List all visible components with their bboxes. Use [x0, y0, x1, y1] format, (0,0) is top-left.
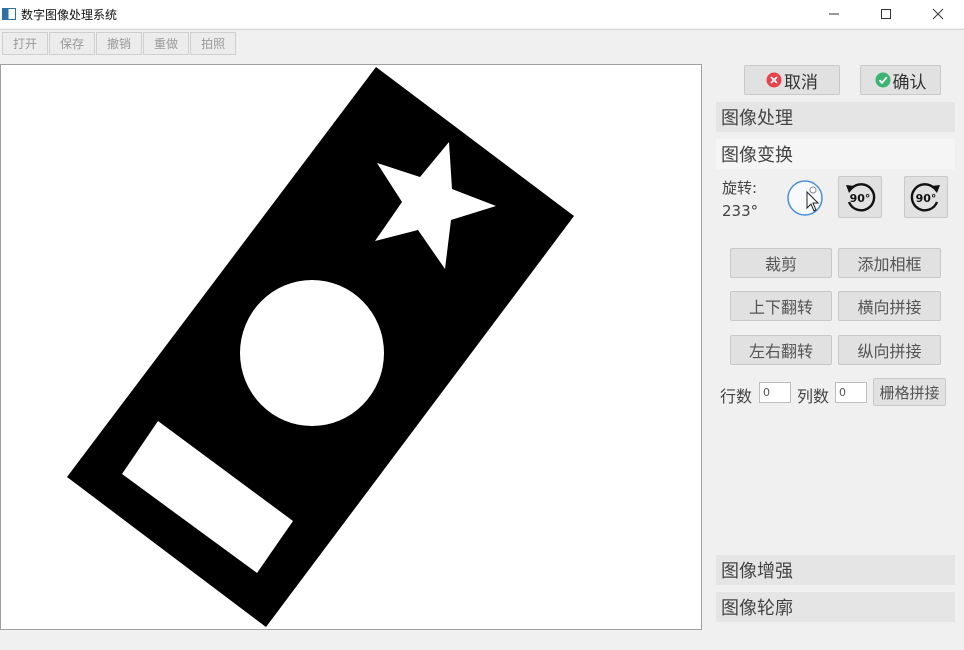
- confirm-button[interactable]: 确认: [860, 65, 941, 95]
- section-label: 图像处理: [721, 108, 793, 129]
- section-image-enhance[interactable]: 图像增强: [716, 555, 955, 585]
- rotate-ccw-label: 90°: [850, 192, 871, 205]
- photo-button[interactable]: 拍照: [190, 32, 237, 55]
- horizontal-stitch-button[interactable]: 横向拼接: [838, 291, 941, 321]
- maximize-button[interactable]: [860, 0, 912, 28]
- confirm-label: 确认: [892, 72, 927, 93]
- cancel-button[interactable]: 取消: [744, 65, 840, 95]
- save-button[interactable]: 保存: [49, 32, 96, 55]
- rotation-dial-icon: [787, 180, 823, 216]
- rotate-cw-label: 90°: [916, 192, 937, 205]
- rotate-label: 旋转:: [722, 179, 758, 197]
- add-frame-button[interactable]: 添加相框: [838, 248, 941, 278]
- app-icon: [2, 8, 16, 20]
- flip-vertical-button[interactable]: 上下翻转: [730, 291, 832, 321]
- window-title: 数字图像处理系统: [21, 7, 118, 22]
- control-panel: 取消 确认 图像处理 图像变换 旋转: 233° 90° 90° 裁剪 添加相框…: [704, 60, 964, 630]
- rotate-cw-button[interactable]: 90°: [904, 176, 948, 218]
- minimize-icon: [829, 13, 839, 15]
- cols-label: 列数: [797, 387, 830, 406]
- image-canvas[interactable]: [0, 64, 702, 630]
- rotate-value: 233°: [722, 202, 759, 220]
- toolbar: 打开 保存 撤销 重做 拍照: [0, 29, 964, 57]
- minimize-button[interactable]: [808, 0, 860, 28]
- section-label: 图像增强: [721, 561, 793, 582]
- redo-button[interactable]: 重做: [143, 32, 190, 55]
- section-label: 图像轮廓: [721, 598, 793, 619]
- window-controls: [808, 0, 964, 28]
- cols-input[interactable]: 0: [835, 382, 867, 403]
- section-image-processing[interactable]: 图像处理: [716, 102, 955, 132]
- maximize-icon: [881, 9, 891, 19]
- section-image-transform[interactable]: 图像变换: [716, 139, 955, 169]
- close-button[interactable]: [912, 0, 964, 28]
- grid-stitch-button[interactable]: 栅格拼接: [873, 378, 946, 406]
- crop-button[interactable]: 裁剪: [730, 248, 832, 278]
- close-icon: [932, 8, 944, 20]
- section-label: 图像变换: [721, 145, 793, 166]
- rotate-ccw-icon: 90°: [846, 183, 876, 212]
- rows-input[interactable]: 0: [759, 382, 791, 403]
- vertical-stitch-button[interactable]: 纵向拼接: [838, 335, 941, 365]
- confirm-icon: [875, 72, 890, 88]
- rows-label: 行数: [720, 387, 753, 406]
- rotated-image: [67, 67, 574, 627]
- rotation-dial[interactable]: [786, 179, 824, 217]
- status-bar: [0, 630, 964, 650]
- title-bar: 数字图像处理系统: [0, 0, 964, 28]
- cancel-icon: [766, 72, 782, 88]
- rotate-ccw-button[interactable]: 90°: [838, 176, 882, 218]
- flip-horizontal-button[interactable]: 左右翻转: [730, 335, 832, 365]
- cancel-label: 取消: [784, 72, 818, 93]
- image-circle-shape: [240, 280, 384, 426]
- rotate-cw-icon: 90°: [910, 183, 940, 212]
- open-button[interactable]: 打开: [2, 32, 49, 55]
- main-window: 数字图像处理系统 打开 保存 撤销 重做 拍照 取消 确认 图像处理 图像变换 …: [0, 0, 964, 650]
- section-image-contour[interactable]: 图像轮廓: [716, 592, 955, 622]
- undo-button[interactable]: 撤销: [96, 32, 143, 55]
